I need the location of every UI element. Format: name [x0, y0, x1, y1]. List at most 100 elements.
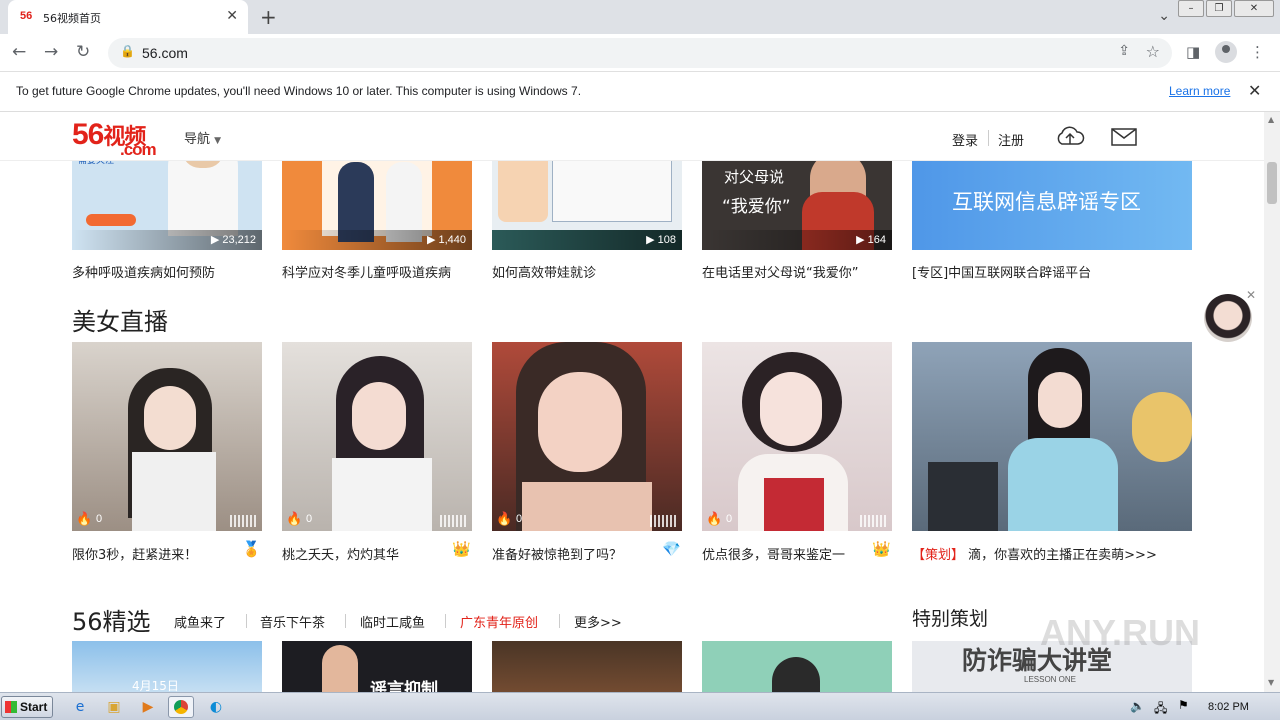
divider — [445, 614, 446, 628]
upload-cloud-icon[interactable] — [1055, 124, 1085, 148]
tab-search-chevron-icon[interactable]: ⌄ — [1158, 8, 1170, 24]
side-panel-icon[interactable]: ◨ — [1186, 43, 1200, 61]
explorer-folder-icon[interactable]: ▣ — [102, 696, 126, 718]
tab-close-icon[interactable]: ✕ — [226, 8, 238, 24]
start-button[interactable]: Start — [1, 696, 53, 718]
promo-tag: 【策划】 — [912, 548, 965, 563]
menu-kebab-icon[interactable]: ⋮ — [1250, 43, 1265, 61]
watermark: ANY.RUN — [1040, 612, 1201, 653]
floating-avatar[interactable] — [1204, 294, 1252, 342]
mail-icon[interactable] — [1111, 128, 1137, 146]
thumb-overlay-text: “我爱你” — [722, 197, 791, 217]
play-count: ▶ 108 — [492, 230, 682, 250]
promo-title[interactable]: [专区]中国互联网联合辟谣平台 — [912, 262, 1091, 281]
play-count: ▶ 23,212 — [72, 230, 262, 250]
page-scrollbar[interactable]: ▲ ▼ — [1264, 112, 1280, 692]
minimize-button[interactable]: – — [1178, 0, 1204, 17]
restore-button[interactable]: ❐ — [1206, 0, 1232, 17]
chrome-icon[interactable] — [168, 696, 194, 718]
site-logo[interactable]: 56视频 .com — [72, 118, 157, 159]
divider — [988, 130, 989, 146]
tab-title: 56视频首页 — [43, 12, 101, 25]
tab-strip: 56 56视频首页 ✕ + ⌄ – ❐ ✕ — [0, 0, 1280, 34]
live-promo-thumb[interactable] — [912, 342, 1192, 531]
reload-icon[interactable]: ↻ — [76, 42, 90, 62]
video-title[interactable]: 在电话里对父母说“我爱你” — [702, 262, 858, 281]
forward-arrow-icon[interactable]: → — [44, 42, 58, 62]
logo-domain: .com — [120, 140, 157, 159]
browser-tab[interactable]: 56 56视频首页 ✕ — [8, 0, 248, 34]
address-bar[interactable]: 🔒 56.com ⇪ ☆ — [108, 38, 1172, 68]
live-thumb[interactable]: 🔥 0 — [282, 342, 472, 531]
thumb-text: 4月15日 — [132, 679, 179, 692]
featured-tab[interactable]: 临时工咸鱼 — [360, 612, 425, 631]
live-title[interactable]: 桃之夭夭，灼灼其华 — [282, 544, 399, 563]
network-icon[interactable]: 🖧 — [1154, 699, 1167, 720]
live-thumb[interactable]: 🔥 0 — [702, 342, 892, 531]
lock-icon[interactable]: 🔒 — [120, 44, 135, 58]
share-icon[interactable]: ⇪ — [1118, 43, 1130, 59]
ie-icon[interactable]: e — [68, 696, 92, 718]
live-title[interactable]: 优点很多，哥哥来鉴定一 — [702, 544, 845, 563]
windows-taskbar: Start e ▣ ▶ ◐ 🔈 🖧 ⚑ 8:02 PM — [0, 692, 1280, 720]
flame-icon: 🔥 — [496, 512, 513, 527]
system-tray: 🔈 🖧 ⚑ — [1120, 693, 1280, 721]
profile-avatar-icon[interactable] — [1215, 41, 1237, 63]
flame-icon: 🔥 — [76, 512, 93, 527]
featured-tab[interactable]: 咸鱼来了 — [174, 612, 226, 631]
page-viewport: 不同年龄段孩子需要关注 ▶ 23,212 多种呼吸道疾病如何预防 ▶ 1,440… — [0, 112, 1264, 692]
window-close-button[interactable]: ✕ — [1234, 0, 1274, 17]
site-header: 56视频 .com 导航 ▼ 登录 注册 — [0, 112, 1264, 161]
scroll-down-arrow-icon[interactable]: ▼ — [1268, 678, 1274, 687]
taskbar-clock[interactable]: 8:02 PM — [1208, 701, 1249, 713]
live-stats: 🔥 0 — [282, 509, 472, 531]
login-link[interactable]: 登录 — [952, 130, 978, 149]
media-player-icon[interactable]: ▶ — [136, 696, 160, 718]
video-title[interactable]: 如何高效带娃就诊 — [492, 262, 596, 281]
section-title-featured: 56精选 — [72, 608, 151, 636]
avatar-close-icon[interactable]: ✕ — [1246, 288, 1256, 302]
start-label: Start — [20, 700, 48, 714]
featured-thumb[interactable]: 谣言抑制 — [282, 641, 472, 692]
bookmark-star-icon[interactable]: ☆ — [1146, 42, 1160, 61]
section-title-live: 美女直播 — [72, 308, 168, 336]
banner-subtext: LESSON ONE — [1024, 675, 1077, 684]
featured-tab-active[interactable]: 广东青年原创 — [460, 612, 538, 631]
live-thumb[interactable]: 🔥 0 — [72, 342, 262, 531]
action-center-flag-icon[interactable]: ⚑ — [1178, 698, 1189, 712]
video-title[interactable]: 多种呼吸道疾病如何预防 — [72, 262, 215, 281]
live-stats: 🔥 0 — [702, 509, 892, 531]
live-title[interactable]: 准备好被惊艳到了吗？ — [492, 544, 622, 563]
live-promo-title[interactable]: 【策划】 滴，你喜欢的主播正在卖萌>>> — [912, 544, 1157, 563]
diamond-badge-icon: 💎 — [662, 540, 681, 558]
site-favicon-icon: 56 — [20, 10, 33, 22]
register-link[interactable]: 注册 — [998, 130, 1024, 149]
url-text[interactable]: 56.com — [142, 45, 188, 61]
scroll-up-arrow-icon[interactable]: ▲ — [1268, 115, 1274, 124]
new-tab-button[interactable]: + — [260, 5, 277, 29]
live-stats: 🔥 0 — [492, 509, 682, 531]
infobar-close-icon[interactable]: ✕ — [1248, 81, 1261, 100]
more-link[interactable]: 更多>> — [574, 612, 622, 631]
featured-tab[interactable]: 音乐下午茶 — [260, 612, 325, 631]
scrollbar-thumb[interactable] — [1267, 162, 1277, 204]
flame-icon: 🔥 — [706, 512, 723, 527]
learn-more-link[interactable]: Learn more — [1169, 84, 1230, 98]
featured-thumb[interactable] — [702, 641, 892, 692]
thumb-overlay-text: 对父母说 — [724, 168, 785, 186]
edge-icon[interactable]: ◐ — [204, 696, 228, 718]
nav-dropdown[interactable]: 导航 ▼ — [184, 128, 221, 147]
featured-thumb[interactable] — [492, 641, 682, 692]
caret-down-icon: ▼ — [214, 136, 222, 146]
heat-count: 0 — [726, 513, 733, 525]
divider — [345, 614, 346, 628]
back-arrow-icon[interactable]: ← — [12, 42, 26, 62]
volume-icon[interactable]: 🔈 — [1130, 699, 1145, 713]
video-title[interactable]: 科学应对冬季儿童呼吸道疾病 — [282, 262, 451, 281]
featured-thumb[interactable]: 4月15日 — [72, 641, 262, 692]
live-thumb[interactable]: 🔥 0 — [492, 342, 682, 531]
play-count: ▶ 164 — [702, 230, 892, 250]
promo-text: 滴，你喜欢的主播正在卖萌>>> — [968, 548, 1157, 563]
live-title[interactable]: 限你3秒，赶紧进来！ — [72, 544, 197, 563]
audio-bars-icon — [860, 515, 888, 527]
